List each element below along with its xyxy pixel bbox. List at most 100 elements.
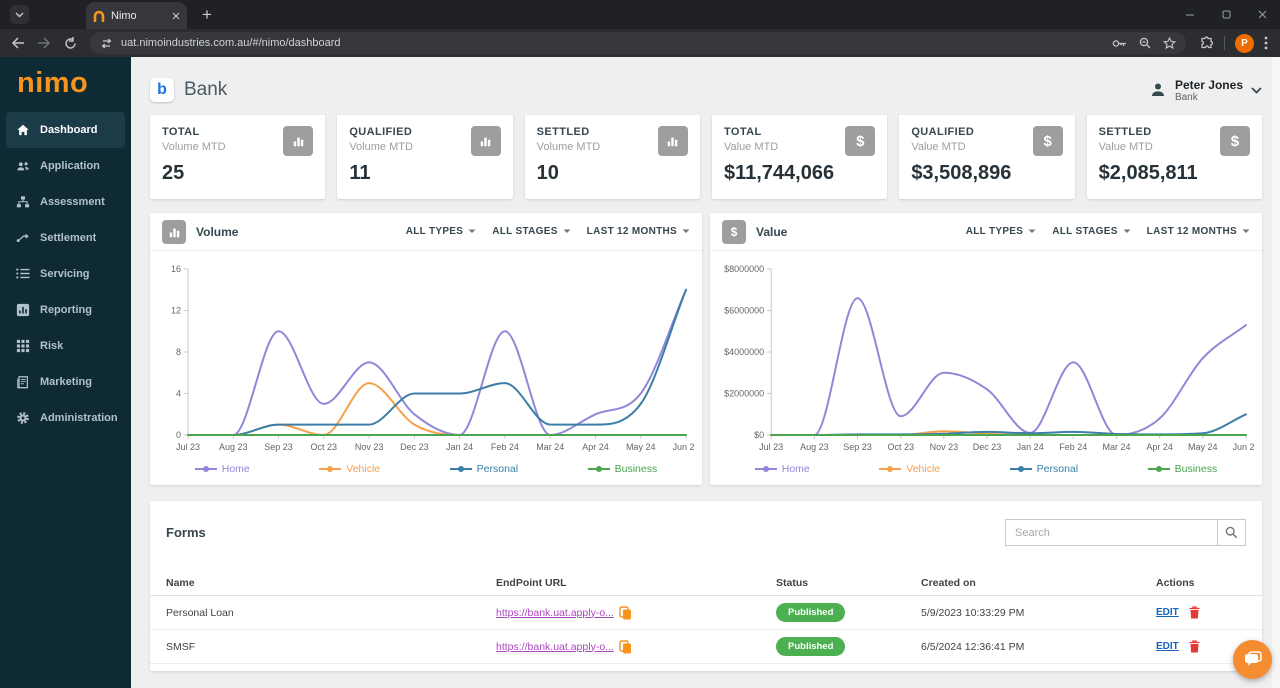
chat-widget-button[interactable]	[1233, 640, 1272, 679]
dollar-icon: $	[722, 219, 746, 244]
svg-text:4: 4	[176, 389, 181, 399]
grid-icon	[16, 339, 30, 353]
settlement-arrow-icon	[16, 231, 30, 245]
legend-item-personal[interactable]: Personal	[1009, 463, 1078, 475]
legend-item-vehicle[interactable]: Vehicle	[879, 463, 940, 475]
sidebar-item-label: Application	[40, 160, 100, 172]
bookmark-star-icon[interactable]	[1163, 36, 1176, 50]
stat-card-1: QUALIFIED Volume MTD 11	[337, 115, 513, 199]
stat-value: 11	[349, 162, 371, 184]
endpoint-link[interactable]: https://bank.uat.apply-o...	[496, 607, 614, 619]
window-minimize-button[interactable]	[1172, 0, 1208, 29]
sidebar-item-marketing[interactable]: Marketing	[6, 364, 125, 400]
sidebar-item-assessment[interactable]: Assessment	[6, 184, 125, 220]
legend-marker	[319, 466, 342, 472]
legend-item-vehicle[interactable]: Vehicle	[319, 463, 380, 475]
legend-item-business[interactable]: Business	[1147, 463, 1217, 475]
sidebar-item-label: Administration	[40, 412, 118, 424]
legend-marker	[1009, 466, 1032, 472]
window-maximize-button[interactable]	[1208, 0, 1244, 29]
new-tab-button[interactable]: +	[195, 3, 219, 27]
site-settings-icon[interactable]	[100, 38, 113, 48]
svg-text:Jan 24: Jan 24	[446, 442, 473, 452]
svg-text:Nov 23: Nov 23	[930, 442, 959, 452]
sidebar-item-label: Marketing	[40, 376, 92, 388]
filter-dropdown-1[interactable]: ALL STAGES	[1052, 226, 1131, 237]
sidebar-nav: Dashboard Application Assessment Settlem…	[0, 112, 131, 436]
legend-item-home[interactable]: Home	[754, 463, 810, 475]
stat-card-4: QUALIFIED Value MTD $3,508,896 $	[899, 115, 1075, 199]
endpoint-link[interactable]: https://bank.uat.apply-o...	[496, 641, 614, 653]
toolbar-right: P	[1196, 33, 1272, 53]
sidebar-item-dashboard[interactable]: Dashboard	[6, 112, 125, 148]
delete-trash-icon[interactable]	[1189, 640, 1200, 653]
extensions-icon[interactable]	[1200, 36, 1214, 50]
legend-item-home[interactable]: Home	[194, 463, 250, 475]
filter-dropdown-2[interactable]: LAST 12 MONTHS	[587, 226, 690, 237]
forms-title: Forms	[166, 525, 206, 540]
bar-chart-icon	[162, 219, 186, 244]
legend-item-personal[interactable]: Personal	[449, 463, 518, 475]
forward-button[interactable]	[34, 33, 54, 53]
svg-text:$6000000: $6000000	[724, 306, 764, 316]
url-text[interactable]: uat.nimoindustries.com.au/#/nimo/dashboa…	[121, 37, 1104, 49]
sidebar-item-settlement[interactable]: Settlement	[6, 220, 125, 256]
user-menu[interactable]: Peter Jones Bank	[1149, 78, 1262, 103]
browser-profile-avatar[interactable]: P	[1235, 33, 1254, 53]
zoom-icon[interactable]	[1139, 37, 1151, 49]
svg-text:$0: $0	[754, 430, 764, 440]
edit-link[interactable]: EDIT	[1156, 641, 1179, 652]
sidebar-item-risk[interactable]: Risk	[6, 328, 125, 364]
filter-dropdown-1[interactable]: ALL STAGES	[492, 226, 571, 237]
delete-trash-icon[interactable]	[1189, 606, 1200, 619]
passwords-key-icon[interactable]	[1112, 39, 1127, 48]
filter-dropdown-0[interactable]: ALL TYPES	[966, 226, 1037, 237]
svg-text:Mar 24: Mar 24	[1102, 442, 1130, 452]
svg-text:Jul 23: Jul 23	[759, 442, 783, 452]
legend-item-business[interactable]: Business	[587, 463, 657, 475]
tab-close-icon[interactable]	[172, 12, 180, 20]
dollar-icon: $	[1219, 126, 1250, 156]
caret-down-icon	[1028, 229, 1036, 233]
scrollbar-track[interactable]	[1272, 57, 1280, 688]
sidebar-item-servicing[interactable]: Servicing	[6, 256, 125, 292]
column-header-status: Status	[776, 576, 809, 589]
filter-dropdown-0[interactable]: ALL TYPES	[406, 226, 477, 237]
column-header-actions: Actions	[1156, 576, 1195, 589]
filter-dropdown-2[interactable]: LAST 12 MONTHS	[1147, 226, 1250, 237]
sidebar-item-application[interactable]: Application	[6, 148, 125, 184]
caret-down-icon	[1123, 229, 1131, 233]
tab-search-button[interactable]	[10, 5, 29, 24]
reload-button[interactable]	[60, 33, 80, 53]
user-name: Peter Jones	[1174, 77, 1243, 92]
menu-kebab-icon[interactable]	[1264, 36, 1268, 50]
user-icon	[1151, 83, 1164, 96]
window-close-button[interactable]	[1244, 0, 1280, 29]
charts-row: Volume ALL TYPES ALL STAGES LAST 12 MONTHS…	[150, 213, 1262, 485]
back-button[interactable]	[8, 33, 28, 53]
browser-tab[interactable]: Nimo	[86, 2, 187, 29]
bar-chart-icon	[470, 126, 501, 156]
address-bar[interactable]: uat.nimoindustries.com.au/#/nimo/dashboa…	[90, 32, 1186, 54]
table-row[interactable]: Personal Loan https://bank.uat.apply-o..…	[150, 596, 1262, 630]
bar-chart-icon	[283, 126, 314, 156]
stat-value: 10	[536, 162, 559, 184]
chart-card-value: $ Value ALL TYPES ALL STAGES LAST 12 MONTH…	[710, 213, 1262, 485]
gear-icon	[16, 411, 30, 425]
main-content: b Bank Peter Jones Bank TOTAL Volume MTD…	[131, 57, 1280, 688]
svg-text:Jun 24: Jun 24	[672, 442, 694, 452]
svg-text:Jun 24: Jun 24	[1232, 442, 1254, 452]
sidebar-item-reporting[interactable]: Reporting	[6, 292, 125, 328]
edit-link[interactable]: EDIT	[1156, 607, 1179, 618]
sidebar-item-administration[interactable]: Administration	[6, 400, 125, 436]
svg-text:Sep 23: Sep 23	[264, 442, 293, 452]
chart-filters: ALL TYPES ALL STAGES LAST 12 MONTHS	[966, 226, 1250, 237]
svg-text:$2000000: $2000000	[724, 389, 764, 399]
copy-icon[interactable]	[619, 605, 632, 620]
copy-icon[interactable]	[619, 639, 632, 654]
svg-text:8: 8	[176, 347, 181, 357]
search-button[interactable]	[1217, 519, 1246, 546]
table-row[interactable]: SMSF https://bank.uat.apply-o... Publish…	[150, 630, 1262, 664]
stat-value: 25	[162, 162, 185, 184]
search-input[interactable]	[1005, 519, 1217, 546]
